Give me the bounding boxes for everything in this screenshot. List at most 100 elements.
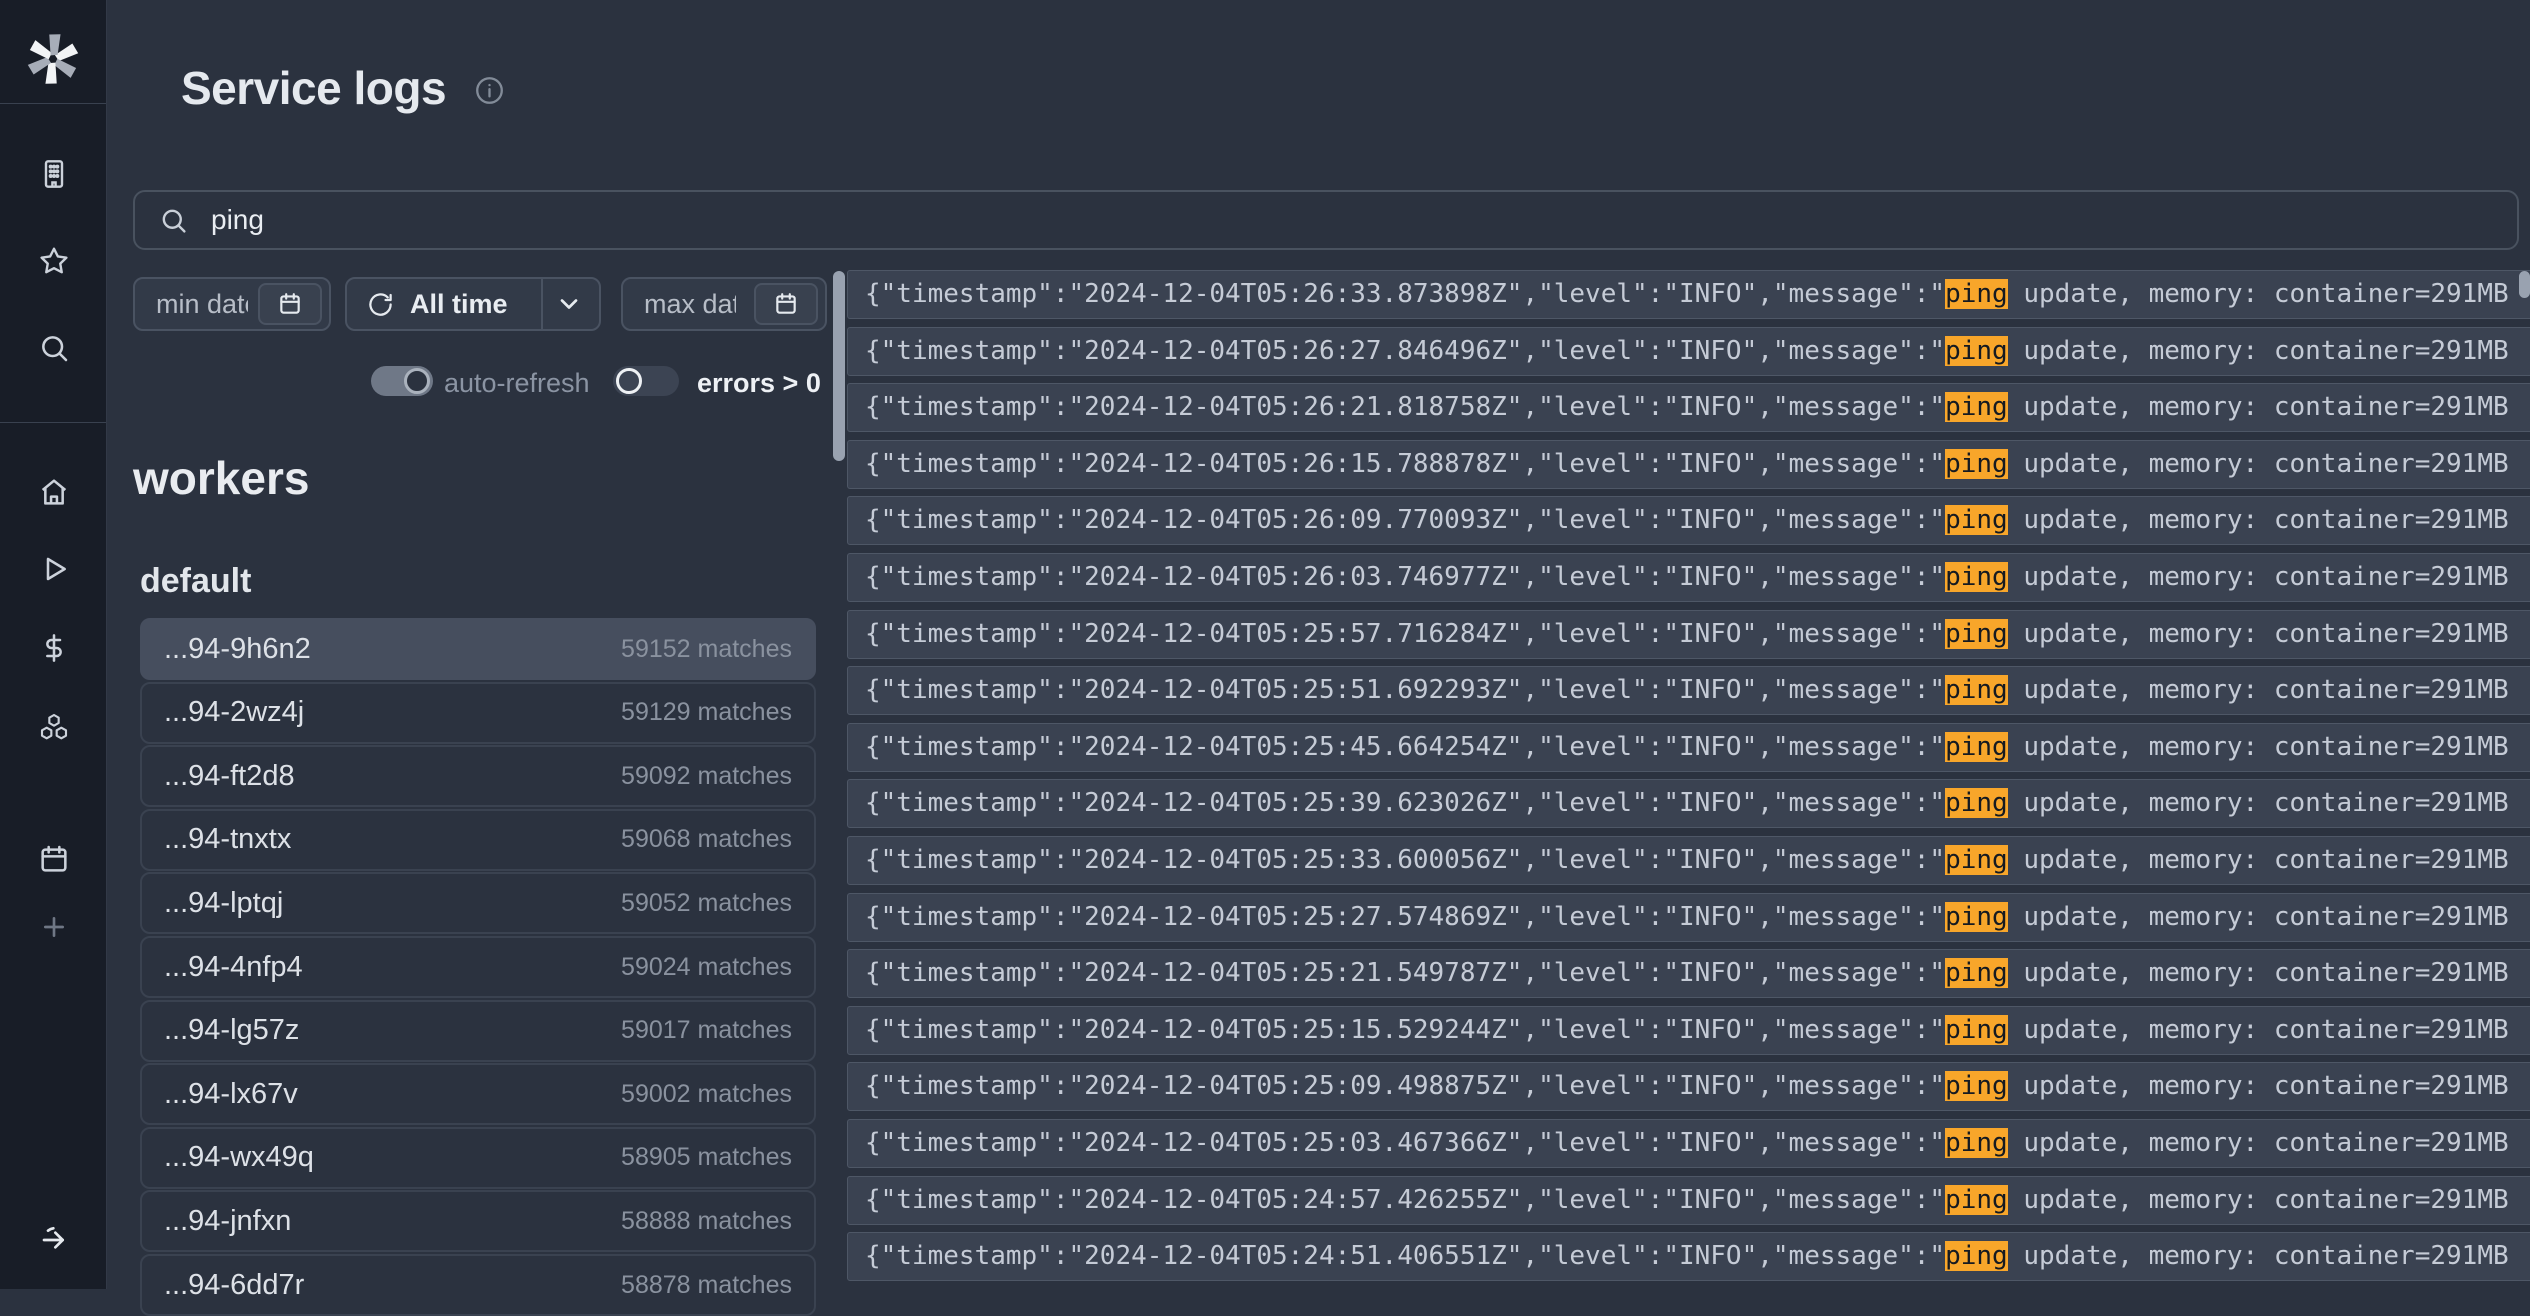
log-text: {"timestamp":"2024-12-04T05:25:21.549787… — [865, 958, 1945, 988]
log-match-highlight: ping — [1945, 1241, 2008, 1271]
blocks-icon[interactable] — [37, 710, 71, 744]
log-row[interactable]: {"timestamp":"2024-12-04T05:26:21.818758… — [847, 383, 2530, 432]
worker-item[interactable]: ...94-lptqj59052 matches — [140, 872, 816, 934]
log-match-highlight: ping — [1945, 1128, 2008, 1158]
worker-item[interactable]: ...94-jnfxn58888 matches — [140, 1190, 816, 1252]
sidebar — [0, 0, 107, 1289]
worker-name: ...94-wx49q — [164, 1141, 314, 1174]
log-text: update, memory: container=291MB — [2008, 788, 2509, 818]
log-match-highlight: ping — [1945, 958, 2008, 988]
log-match-highlight: ping — [1945, 675, 2008, 705]
log-match-highlight: ping — [1945, 788, 2008, 818]
log-vertical-scrollbar[interactable] — [833, 271, 845, 461]
log-row[interactable]: {"timestamp":"2024-12-04T05:25:51.692293… — [847, 666, 2530, 715]
log-row[interactable]: {"timestamp":"2024-12-04T05:26:15.788878… — [847, 440, 2530, 489]
log-row[interactable]: {"timestamp":"2024-12-04T05:24:51.406551… — [847, 1232, 2530, 1281]
log-match-highlight: ping — [1945, 732, 2008, 762]
log-match-highlight: ping — [1945, 845, 2008, 875]
chevron-down-icon — [555, 290, 583, 318]
worker-item[interactable]: ...94-lg57z59017 matches — [140, 1000, 816, 1062]
max-date-input[interactable]: max date — [621, 277, 827, 331]
log-text: {"timestamp":"2024-12-04T05:26:03.746977… — [865, 562, 1945, 592]
log-text: {"timestamp":"2024-12-04T05:25:39.623026… — [865, 788, 1945, 818]
time-range-dropdown[interactable] — [539, 279, 599, 329]
log-match-highlight: ping — [1945, 562, 2008, 592]
log-text: update, memory: container=291MB — [2008, 562, 2509, 592]
log-row[interactable]: {"timestamp":"2024-12-04T05:25:45.664254… — [847, 723, 2530, 772]
log-row[interactable]: {"timestamp":"2024-12-04T05:25:39.623026… — [847, 779, 2530, 828]
log-right-scrollbar[interactable] — [2519, 271, 2530, 298]
log-row[interactable]: {"timestamp":"2024-12-04T05:25:33.600056… — [847, 836, 2530, 885]
home-icon[interactable] — [37, 475, 71, 509]
calendar-icon[interactable] — [37, 842, 71, 876]
worker-item[interactable]: ...94-9h6n259152 matches — [140, 618, 816, 680]
log-row[interactable]: {"timestamp":"2024-12-04T05:26:03.746977… — [847, 553, 2530, 602]
time-range-button[interactable]: All time — [345, 277, 601, 331]
log-row[interactable]: {"timestamp":"2024-12-04T05:25:57.716284… — [847, 610, 2530, 659]
plus-icon[interactable] — [37, 910, 71, 944]
worker-item[interactable]: ...94-lx67v59002 matches — [140, 1063, 816, 1125]
star-icon[interactable] — [37, 244, 71, 278]
info-icon[interactable] — [474, 75, 505, 106]
log-text: {"timestamp":"2024-12-04T05:26:27.846496… — [865, 336, 1945, 366]
workers-heading: workers — [133, 451, 309, 505]
log-row[interactable]: {"timestamp":"2024-12-04T05:26:27.846496… — [847, 327, 2530, 376]
errors-label: errors > 0 — [697, 368, 821, 399]
errors-toggle[interactable] — [613, 366, 679, 396]
expand-arrow-icon[interactable] — [37, 1221, 71, 1255]
refresh-icon — [367, 291, 394, 318]
page-title: Service logs — [181, 61, 446, 115]
toggle-knob — [616, 368, 642, 394]
log-text: {"timestamp":"2024-12-04T05:25:27.574869… — [865, 902, 1945, 932]
max-date-calendar-button[interactable] — [754, 283, 818, 325]
log-match-highlight: ping — [1945, 505, 2008, 535]
worker-match-count: 59024 matches — [621, 953, 792, 982]
log-match-highlight: ping — [1945, 619, 2008, 649]
log-text: update, memory: container=291MB — [2008, 1015, 2509, 1045]
worker-item[interactable]: ...94-4nfp4 59024 matches — [140, 936, 816, 998]
log-search-input[interactable]: ping — [133, 190, 2519, 250]
worker-name: ...94-2wz4j — [164, 696, 304, 729]
building-icon[interactable] — [37, 157, 71, 191]
worker-match-count: 58888 matches — [621, 1207, 792, 1236]
log-text: update, memory: container=291MB — [2008, 1071, 2509, 1101]
worker-name: ...94-4nfp4 — [164, 951, 303, 984]
log-row[interactable]: {"timestamp":"2024-12-04T05:26:33.873898… — [847, 270, 2530, 319]
log-text: update, memory: container=291MB — [2008, 675, 2509, 705]
log-text: {"timestamp":"2024-12-04T05:26:09.770093… — [865, 505, 1945, 535]
log-text: update, memory: container=291MB — [2008, 279, 2509, 309]
min-date-input[interactable]: min date — [133, 277, 331, 331]
auto-refresh-toggle[interactable] — [371, 366, 433, 396]
log-row[interactable]: {"timestamp":"2024-12-04T05:25:09.498875… — [847, 1062, 2530, 1111]
log-row[interactable]: {"timestamp":"2024-12-04T05:25:15.529244… — [847, 1006, 2530, 1055]
log-text: update, memory: container=291MB — [2008, 958, 2509, 988]
log-row[interactable]: {"timestamp":"2024-12-04T05:25:03.467366… — [847, 1119, 2530, 1168]
sidebar-divider — [0, 103, 106, 104]
worker-name: ...94-ft2d8 — [164, 760, 295, 793]
log-row[interactable]: {"timestamp":"2024-12-04T05:25:21.549787… — [847, 949, 2530, 998]
log-match-highlight: ping — [1945, 1015, 2008, 1045]
log-match-highlight: ping — [1945, 336, 2008, 366]
play-icon[interactable] — [37, 552, 71, 586]
log-text: {"timestamp":"2024-12-04T05:25:03.467366… — [865, 1128, 1945, 1158]
worker-item[interactable]: ...94-wx49q58905 matches — [140, 1127, 816, 1189]
log-text: {"timestamp":"2024-12-04T05:25:57.716284… — [865, 619, 1945, 649]
worker-item[interactable]: ...94-tnxtx59068 matches — [140, 809, 816, 871]
log-row[interactable]: {"timestamp":"2024-12-04T05:25:27.574869… — [847, 893, 2530, 942]
worker-item[interactable]: ...94-2wz4j59129 matches — [140, 682, 816, 744]
search-icon[interactable] — [37, 331, 71, 365]
worker-item[interactable]: ...94-6dd7r58878 matches — [140, 1254, 816, 1316]
log-text: {"timestamp":"2024-12-04T05:25:15.529244… — [865, 1015, 1945, 1045]
log-text: {"timestamp":"2024-12-04T05:25:33.600056… — [865, 845, 1945, 875]
log-text: update, memory: container=291MB — [2008, 336, 2509, 366]
log-row[interactable]: {"timestamp":"2024-12-04T05:26:09.770093… — [847, 496, 2530, 545]
windmill-logo-icon[interactable] — [22, 28, 84, 90]
log-row[interactable]: {"timestamp":"2024-12-04T05:24:57.426255… — [847, 1176, 2530, 1225]
log-text: update, memory: container=291MB — [2008, 505, 2509, 535]
log-text: update, memory: container=291MB — [2008, 732, 2509, 762]
worker-name: ...94-lptqj — [164, 887, 283, 920]
min-date-calendar-button[interactable] — [258, 283, 322, 325]
worker-item[interactable]: ...94-ft2d859092 matches — [140, 745, 816, 807]
dollar-icon[interactable] — [37, 631, 71, 665]
log-text: {"timestamp":"2024-12-04T05:26:21.818758… — [865, 392, 1945, 422]
